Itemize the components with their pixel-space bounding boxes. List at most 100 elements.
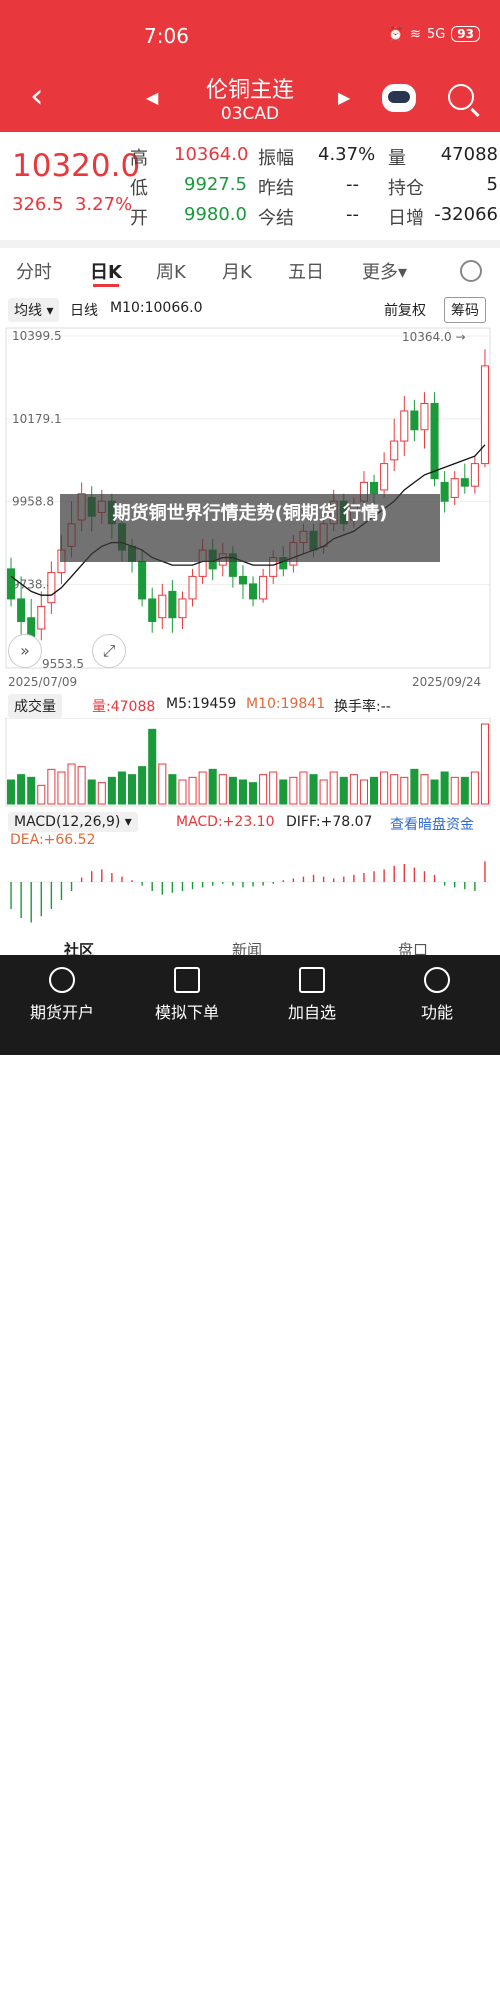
candle-body — [370, 481, 379, 495]
prev-settle-value: -- — [346, 174, 359, 195]
active-tab-indicator — [93, 284, 119, 287]
volume-bar — [218, 774, 227, 805]
volume-bar — [249, 782, 258, 805]
volume-bar — [128, 774, 137, 805]
volume-bar — [339, 776, 348, 805]
settings-gear-icon[interactable] — [460, 260, 482, 282]
tab-five-day[interactable]: 五日 — [288, 258, 324, 284]
candle-body — [148, 598, 157, 622]
volume-bar — [460, 776, 469, 805]
nav-simulated-order[interactable]: 模拟下单 — [137, 963, 237, 1023]
nav-simulated-order-label: 模拟下单 — [154, 1003, 219, 1022]
turnover-rate: 换手率:-- — [334, 699, 391, 715]
adjust-mode[interactable]: 前复权 — [384, 300, 426, 320]
change-value: 326.5 — [12, 194, 64, 215]
alarm-icon: ⏰ — [387, 26, 405, 42]
open-interest-value: 5 — [486, 174, 498, 195]
status-icons: ⏰ ≋ 5G 93 — [388, 26, 480, 42]
high-label: 高 — [130, 148, 148, 169]
volume-now: 量:47088 — [92, 699, 156, 715]
volume-bar — [450, 776, 459, 805]
quote-panel: 10320.0 326.5 3.27% 高 10364.0 低 9927.5 开… — [0, 132, 500, 240]
volume-bar — [289, 776, 298, 805]
volume-select[interactable]: 成交量 — [8, 694, 62, 718]
volume-bar — [319, 779, 328, 805]
volume-bar — [47, 768, 56, 805]
tab-timeshare[interactable]: 分时 — [16, 258, 52, 284]
volume-bar — [27, 776, 36, 805]
candle-body — [390, 440, 399, 461]
high-value: 10364.0 — [174, 144, 249, 165]
candle-body — [188, 575, 197, 600]
nav-add-watchlist[interactable]: 加自选 — [262, 963, 362, 1023]
volume-bar — [238, 779, 247, 805]
volume-bar — [420, 774, 429, 805]
tab-more[interactable]: 更多▾ — [362, 258, 407, 284]
menu-circle-icon — [424, 967, 450, 993]
candle-body — [380, 463, 389, 491]
volume-bar — [279, 779, 288, 805]
search-icon[interactable] — [448, 84, 474, 110]
expand-left-icon[interactable]: » — [8, 634, 42, 668]
candle-body — [138, 560, 147, 600]
volume-bar — [198, 771, 207, 805]
assistant-robot-icon[interactable] — [382, 84, 416, 112]
chips-button[interactable]: 筹码 — [444, 297, 486, 323]
watermark-caption: 期货铜世界行情走势(铜期货 行情) — [60, 494, 440, 562]
volume-bar — [440, 771, 449, 805]
candle-body — [480, 365, 489, 465]
candle-body — [178, 598, 187, 619]
volume-bar — [359, 779, 368, 805]
y-tick-label: 9958.8 — [12, 495, 54, 509]
volume-bar — [87, 779, 96, 805]
today-settle-label: 今结 — [258, 208, 294, 229]
volume-bar — [430, 779, 439, 805]
nav-open-account[interactable]: 期货开户 — [12, 963, 112, 1023]
volume-bar — [57, 771, 66, 805]
volume-bar — [168, 774, 177, 805]
macd-select[interactable]: MACD(12,26,9) ▾ — [8, 812, 138, 832]
candle-body — [158, 594, 167, 619]
volume-bar — [208, 768, 217, 805]
app-header: 7:06 ⏰ ≋ 5G 93 ‹ ◀ ▶ 伦铜主连 03CAD — [0, 0, 500, 132]
open-interest-label: 持仓 — [388, 178, 424, 199]
macd-diff: DIFF:+78.07 — [286, 814, 373, 830]
line-type-label: 日线 — [70, 303, 98, 319]
date-start-label: 2025/07/09 — [8, 675, 77, 689]
low-label: 低 — [130, 178, 148, 199]
volume-bar — [470, 771, 479, 805]
low-value: 9927.5 — [184, 174, 247, 195]
ma-select[interactable]: 均线 ▾ — [8, 298, 60, 322]
nav-functions[interactable]: 功能 — [387, 963, 487, 1023]
candle-body — [259, 575, 268, 600]
daily-change-label: 日增 — [388, 208, 424, 229]
period-tabs: 分时 日K 周K 月K 五日 更多▾ — [0, 250, 500, 288]
candle-body — [168, 590, 177, 619]
candle-body — [17, 598, 26, 622]
volume-bar — [228, 776, 237, 805]
volume-bar — [480, 723, 489, 805]
plus-box-icon — [299, 967, 325, 993]
candle-body — [450, 478, 459, 498]
candle-body — [420, 402, 429, 431]
section-divider — [0, 240, 500, 248]
page-title: 伦铜主连 — [205, 78, 294, 103]
status-time: 7:06 — [144, 24, 189, 48]
tab-weekly-k[interactable]: 周K — [156, 258, 186, 284]
dark-pool-link[interactable]: 查看暗盘资金 — [390, 814, 474, 834]
tab-monthly-k[interactable]: 月K — [222, 258, 252, 284]
candle-body — [7, 568, 16, 600]
document-icon — [174, 967, 200, 993]
volume-bar — [77, 766, 86, 805]
macd-chart — [6, 861, 490, 923]
contract-code: 03CAD — [220, 104, 280, 124]
signal-icon: 5G — [426, 26, 446, 42]
fullscreen-icon[interactable]: ⤢ — [92, 634, 126, 668]
volume-chart — [5, 718, 491, 807]
volume-bar — [380, 771, 389, 805]
tab-daily-k[interactable]: 日K — [90, 258, 122, 284]
volume-bar — [97, 782, 106, 805]
volume-bar — [158, 763, 167, 805]
volume-bar — [188, 776, 197, 805]
amplitude-value: 4.37% — [318, 144, 376, 165]
